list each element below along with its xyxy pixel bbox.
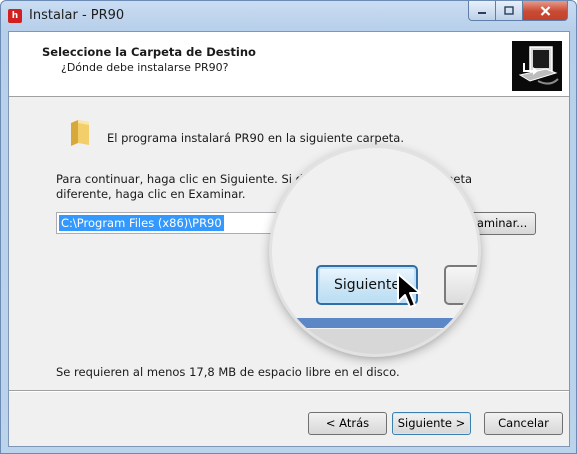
intro-text: El programa instalará PR90 en la siguien… <box>107 131 405 145</box>
destination-path-value: C:\Program Files (x86)\PR90 <box>59 215 224 231</box>
next-button[interactable]: Siguiente > <box>392 412 471 435</box>
minimize-button[interactable] <box>468 1 496 21</box>
maximize-button[interactable] <box>496 1 523 21</box>
footer-separator <box>9 390 569 392</box>
caption-buttons <box>468 1 568 21</box>
folder-icon <box>69 119 91 147</box>
magnified-cancel-button <box>444 265 478 305</box>
page-title: Seleccione la Carpeta de Destino <box>42 45 256 59</box>
close-button[interactable] <box>523 1 568 21</box>
close-icon <box>540 5 550 16</box>
title-bar[interactable]: h Instalar - PR90 <box>1 1 576 31</box>
back-button[interactable]: < Atrás <box>308 412 387 435</box>
page-subtitle: ¿Dónde debe instalarse PR90? <box>61 61 229 74</box>
wizard-header: Seleccione la Carpeta de Destino ¿Dónde … <box>9 32 569 97</box>
magnified-lower-band <box>272 329 478 354</box>
cancel-button[interactable]: Cancelar <box>484 412 563 435</box>
maximize-icon <box>504 6 514 15</box>
magnifier-overlay: Siguiente <box>272 148 478 354</box>
computer-install-icon <box>512 41 562 91</box>
minimize-icon <box>478 11 486 14</box>
window-title: Instalar - PR90 <box>29 8 125 23</box>
mouse-pointer-icon <box>396 272 428 315</box>
app-icon[interactable]: h <box>8 9 22 23</box>
magnified-border-band <box>272 318 478 328</box>
disk-space-text: Se requieren al menos 17,8 MB de espacio… <box>56 365 400 379</box>
